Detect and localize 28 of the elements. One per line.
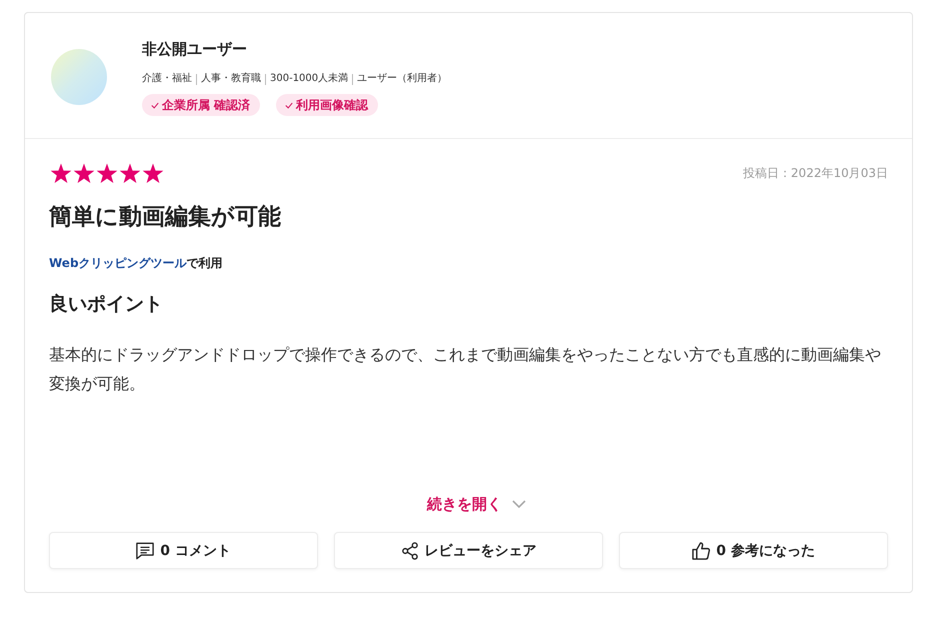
profile-detail: ユーザー（利用者） [357, 72, 448, 86]
comment-button[interactable]: 0 コメント [49, 532, 318, 569]
profile-detail: 介護・福祉 [142, 72, 192, 86]
thumbs-up-icon [692, 542, 710, 560]
comment-icon [136, 542, 154, 560]
share-button[interactable]: レビューをシェア [334, 532, 603, 569]
star-icon [73, 163, 95, 184]
profile-detail: 人事・教育職 [201, 72, 261, 86]
check-icon [151, 102, 159, 108]
section-heading: 良いポイント [49, 292, 164, 317]
share-icon [400, 542, 418, 560]
review-title: 簡単に動画編集が可能 [49, 203, 282, 232]
chevron-down-icon [512, 500, 526, 508]
helpful-button[interactable]: 0 参考になった [619, 532, 888, 569]
reviewer-name: 非公開ユーザー [142, 39, 248, 60]
review-text: 基本的にドラッグアンドドロップで操作できるので、これまで動画編集をやったことない方でも直感的に動画編集や変換が可能。 [49, 344, 882, 395]
star-icon [50, 163, 72, 184]
star-icon [119, 163, 141, 184]
product-link[interactable]: Webクリッピングツール [49, 256, 187, 270]
usage-note: Webクリッピングツールで利用 [49, 255, 224, 272]
star-icon [142, 163, 164, 184]
post-date: 投稿日：2022年10月03日 [742, 165, 888, 182]
check-icon [285, 102, 294, 108]
profile-detail: 300-1000人未満 [270, 72, 348, 86]
badge-label: 企業所属 確認済 [162, 96, 250, 114]
badge-label: 利用画像確認 [296, 96, 368, 114]
star-icon [96, 163, 118, 184]
expand-button[interactable]: 続きを開く [427, 492, 526, 516]
